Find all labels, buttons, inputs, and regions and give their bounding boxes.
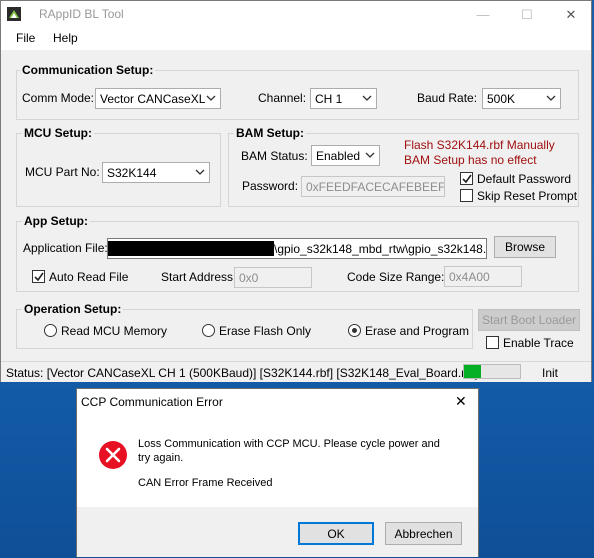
application-file-label: Application File: — [23, 241, 108, 255]
default-password-checkbox[interactable] — [460, 172, 473, 185]
read-mcu-label: Read MCU Memory — [61, 324, 168, 338]
checkmark-icon — [34, 272, 44, 282]
baud-rate-value: 500K — [487, 92, 516, 106]
bam-status-dropdown[interactable]: Enabled — [311, 145, 380, 166]
password-field[interactable]: 0xFEEDFACECAFEBEEF — [301, 176, 445, 197]
status-text: Status: [Vector CANCaseXL CH 1 (500KBaud… — [6, 366, 478, 380]
communication-setup-legend: Communication Setup: — [20, 63, 156, 77]
comm-mode-label: Comm Mode: — [22, 91, 95, 105]
bam-setup-legend: BAM Setup: — [234, 126, 306, 140]
mcu-setup-legend: MCU Setup: — [22, 126, 94, 140]
radio-selected-dot — [352, 328, 357, 333]
channel-label: Channel: — [258, 91, 307, 105]
chevron-down-icon — [362, 95, 372, 101]
application-file-field[interactable]: \gpio_s32k148_mbd_rtw\gpio_s32k148.mot — [107, 238, 487, 259]
progress-bar — [463, 364, 521, 379]
erase-program-label: Erase and Program — [365, 324, 470, 338]
operation-setup-legend: Operation Setup: — [22, 302, 124, 316]
chevron-down-icon — [195, 169, 205, 175]
auto-read-checkbox[interactable] — [32, 270, 45, 283]
mcu-part-value: S32K144 — [107, 166, 157, 180]
app-setup-legend: App Setup: — [22, 214, 90, 228]
dialog-message-line2: try again. — [138, 452, 184, 464]
dialog-close-button[interactable]: ✕ — [455, 393, 467, 410]
ok-button[interactable]: OK — [298, 522, 374, 545]
chevron-down-icon — [365, 152, 375, 158]
cancel-button[interactable]: Abbrechen — [385, 522, 462, 545]
channel-value: CH 1 — [315, 92, 343, 106]
progress-fill — [464, 365, 481, 378]
mcu-part-dropdown[interactable]: S32K144 — [102, 162, 210, 183]
close-button[interactable]: ✕ — [551, 1, 591, 28]
maximize-button[interactable]: ☐ — [507, 1, 547, 28]
application-file-value: \gpio_s32k148_mbd_rtw\gpio_s32k148.mot — [274, 242, 487, 256]
channel-dropdown[interactable]: CH 1 — [310, 88, 377, 109]
skip-reset-checkbox[interactable] — [460, 189, 473, 202]
bam-status-label: BAM Status: — [241, 149, 308, 163]
mcu-part-label: MCU Part No: — [25, 165, 100, 179]
erase-flash-radio[interactable] — [202, 324, 215, 337]
erase-flash-label: Erase Flash Only — [219, 324, 312, 338]
dialog-title: CCP Communication Error — [81, 395, 223, 409]
erase-program-radio[interactable] — [348, 324, 361, 337]
main-window: RAppID BL Tool — ☐ ✕ File Help Communica… — [0, 0, 592, 382]
error-dialog: CCP Communication Error ✕ Loss Communica… — [76, 388, 479, 557]
comm-mode-dropdown[interactable]: Vector CANCaseXL — [95, 88, 221, 109]
auto-read-label: Auto Read File — [49, 270, 129, 284]
start-address-field[interactable]: 0x0 — [234, 267, 312, 288]
comm-mode-value: Vector CANCaseXL — [100, 92, 206, 106]
baud-rate-label: Baud Rate: — [417, 91, 478, 105]
menu-help[interactable]: Help — [53, 31, 78, 45]
skip-reset-label: Skip Reset Prompt — [477, 189, 578, 203]
start-address-label: Start Address: — [161, 270, 237, 284]
app-logo-icon — [7, 7, 21, 21]
menu-bar: File Help — [1, 28, 591, 50]
code-size-label: Code Size Range: — [347, 270, 445, 284]
browse-button[interactable]: Browse — [494, 236, 556, 258]
default-password-label: Default Password — [477, 172, 572, 186]
baud-rate-dropdown[interactable]: 500K — [482, 88, 561, 109]
status-state: Init — [542, 366, 559, 380]
minimize-button[interactable]: — — [463, 1, 503, 28]
redacted-path — [108, 241, 274, 256]
chevron-down-icon — [546, 95, 556, 101]
menu-file[interactable]: File — [16, 31, 35, 45]
dialog-message-line3: CAN Error Frame Received — [138, 477, 273, 489]
enable-trace-checkbox[interactable] — [486, 336, 499, 349]
dialog-message-line1: Loss Communication with CCP MCU. Please … — [138, 438, 440, 450]
code-size-field[interactable]: 0x4A00 — [444, 266, 522, 287]
enable-trace-label: Enable Trace — [503, 336, 574, 350]
read-mcu-radio[interactable] — [44, 324, 57, 337]
error-icon — [99, 441, 127, 469]
chevron-down-icon — [206, 95, 216, 101]
title-bar[interactable]: RAppID BL Tool — ☐ ✕ — [1, 1, 591, 28]
bam-note-line2: BAM Setup has no effect — [404, 153, 537, 167]
password-label: Password: — [242, 179, 299, 193]
bam-note-line1: Flash S32K144.rbf Manually — [404, 138, 555, 152]
bam-status-value: Enabled — [316, 149, 361, 163]
start-boot-loader-button[interactable]: Start Boot Loader — [478, 309, 580, 331]
checkmark-icon — [462, 174, 472, 184]
window-title: RAppID BL Tool — [39, 7, 124, 21]
